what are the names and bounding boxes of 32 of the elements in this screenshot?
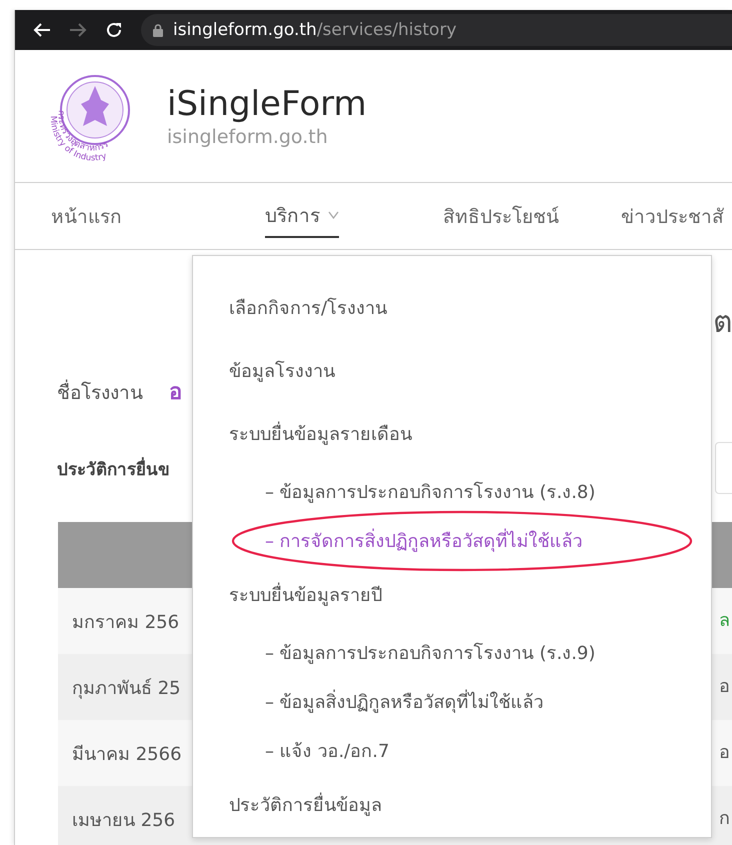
site-domain: isingleform.go.th — [167, 126, 329, 148]
table-cell-text: อ — [719, 740, 731, 765]
menu-item[interactable]: ข้อมูลโรงงาน — [229, 356, 335, 385]
site-title: iSingleForm — [167, 84, 367, 124]
menu-item[interactable]: – ข้อมูลการประกอบกิจการโรงงาน (ร.ง.8) — [265, 477, 596, 506]
nav-tab[interactable]: สิทธิประโยชน์ — [443, 195, 559, 237]
reload-button[interactable] — [105, 21, 123, 39]
history-label: ประวัติการยื่นข — [57, 455, 170, 482]
table-cell-text: กุมภาพันธ์ 25 — [72, 676, 181, 701]
factory-label: ชื่อโรงงาน — [57, 377, 143, 407]
table-cell-text: เมษายน 256 — [72, 808, 176, 832]
url-text: isingleform.go.th/services/history — [173, 20, 457, 40]
lock-icon — [153, 24, 163, 36]
table-cell-text: ก — [719, 806, 731, 831]
factory-name: อ — [169, 379, 182, 407]
menu-item[interactable]: ประวัติการยื่นข้อมูล — [229, 790, 382, 819]
table-cell-text: อ — [719, 674, 731, 699]
menu-item[interactable]: เลือกกิจการ/โรงงาน — [229, 293, 388, 322]
menu-section-item[interactable]: ระบบยื่นข้อมูลรายปี — [229, 580, 382, 609]
page-heading: ต — [713, 304, 732, 342]
menu-item[interactable]: – แจ้ง วอ./อก.7 — [265, 736, 390, 765]
menu-item[interactable]: – ข้อมูลการประกอบกิจการโรงงาน (ร.ง.9) — [265, 638, 596, 667]
table-cell-text: ล — [719, 608, 731, 633]
nav-tab[interactable]: ข่าวประชาสั — [621, 195, 724, 237]
menu-section-item[interactable]: ระบบยื่นข้อมูลรายเดือน — [229, 419, 412, 448]
address-bar[interactable]: isingleform.go.th/services/history — [141, 14, 732, 46]
table-cell-text: มีนาคม 2566 — [72, 742, 182, 766]
table-cell-text: มกราคม 256 — [72, 610, 180, 634]
back-button[interactable] — [33, 22, 51, 38]
menu-item[interactable]: – ข้อมูลสิ่งปฏิกูลหรือวัสดุที่ไม่ใช้แล้ว — [265, 687, 544, 716]
nav-tab[interactable]: บริการ — [265, 194, 339, 238]
nav-tab[interactable]: หน้าแรก — [51, 195, 122, 237]
